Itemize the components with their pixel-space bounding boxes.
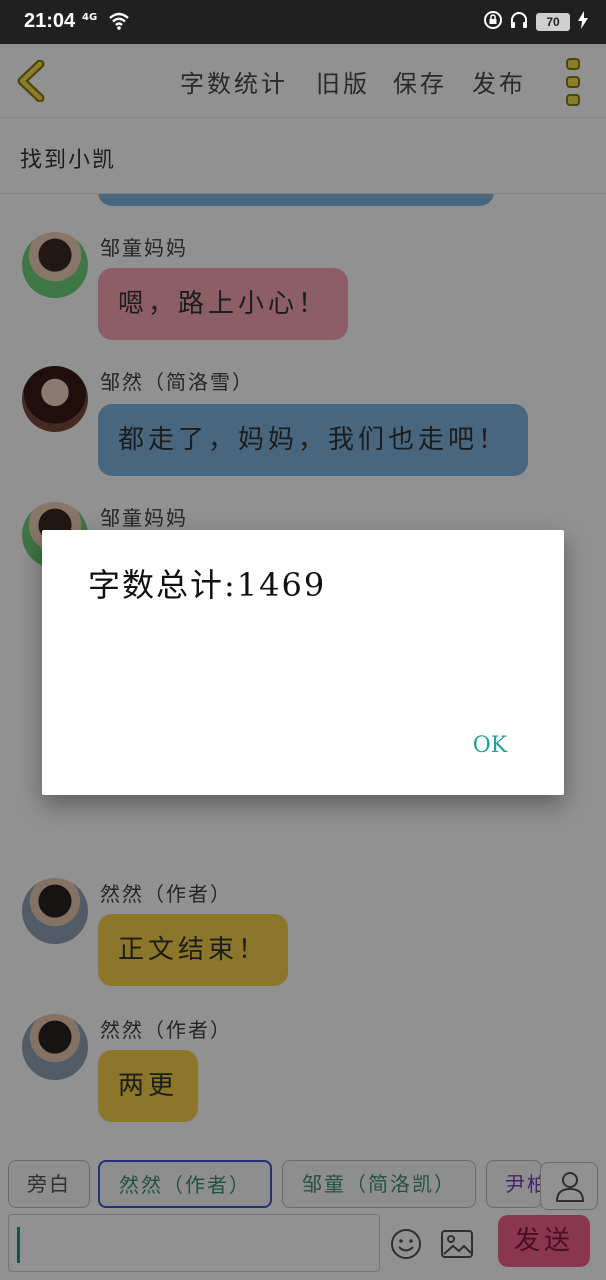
word-count-dialog: 字数总计:1469 OK [42,530,564,795]
ok-button[interactable]: OK [462,726,518,766]
wifi-icon [108,12,130,34]
headphone-icon [510,11,528,33]
status-time: 21:04 [24,10,76,32]
status-right: 70 [484,11,588,33]
status-bar: 21:04 4G 70 [0,0,606,44]
dialog-message: 字数总计:1469 [88,566,327,604]
lock-icon [484,11,502,33]
battery-level: 70 [536,13,570,31]
network-indicator: 4G [82,12,98,23]
charging-icon [578,11,588,33]
